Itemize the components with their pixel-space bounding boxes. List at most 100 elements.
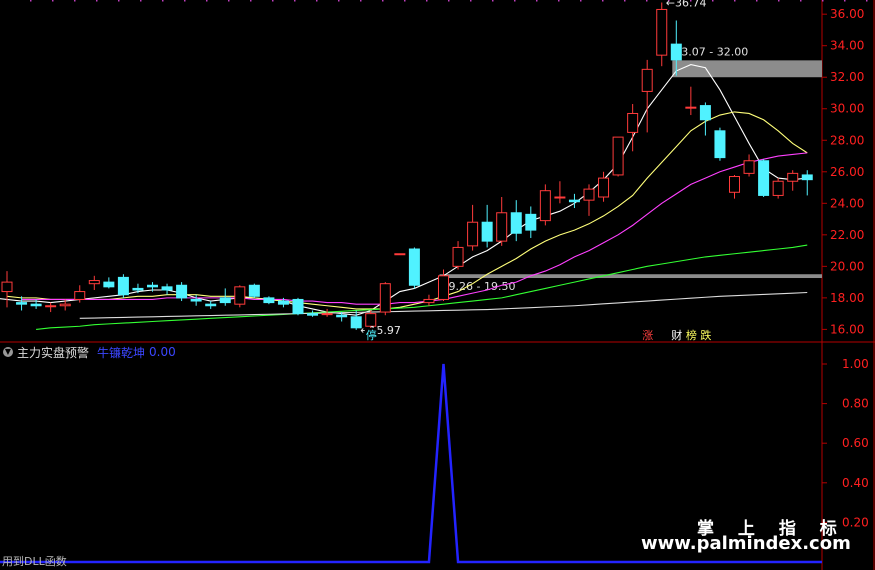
candle-body bbox=[627, 112, 639, 133]
candle-body bbox=[248, 284, 260, 297]
collapse-icon[interactable]: ▼ bbox=[3, 347, 13, 357]
candle-body bbox=[336, 314, 348, 318]
candle-body bbox=[772, 180, 784, 196]
top-dot bbox=[536, 0, 538, 2]
candle-body bbox=[481, 221, 493, 242]
candle-body bbox=[234, 286, 246, 305]
top-dot bbox=[118, 0, 120, 2]
indicator-tick-label: 1.00 bbox=[842, 357, 869, 371]
indicator-header: ▼ 主力实盘预警 牛镰乾坤 0.00 bbox=[3, 344, 176, 360]
candle-body bbox=[539, 190, 551, 222]
candle-body bbox=[408, 248, 420, 286]
candle-body bbox=[161, 286, 173, 291]
event-tag: 停 bbox=[366, 328, 377, 342]
price-tick-label: 28.00 bbox=[830, 133, 864, 147]
candle-body bbox=[670, 43, 682, 61]
top-dot bbox=[140, 0, 142, 2]
candle-body bbox=[88, 280, 100, 285]
event-tag: 财 bbox=[671, 328, 682, 342]
candle-body bbox=[525, 213, 537, 231]
candle-body bbox=[205, 303, 217, 307]
candle-body bbox=[117, 276, 129, 296]
indicator-tick-label: 0.40 bbox=[842, 476, 869, 490]
top-dot bbox=[470, 0, 472, 2]
top-dot bbox=[822, 0, 824, 2]
candle-body bbox=[263, 297, 275, 304]
chart-area: 33.07 - 32.0019.26 - 19.50 ←36.74←15.97停… bbox=[0, 0, 875, 570]
top-dot bbox=[844, 0, 846, 2]
indicator-axis: 0.20 0.40 0.60 0.80 1.00 bbox=[822, 357, 869, 529]
price-tick-label: 36.00 bbox=[830, 7, 864, 21]
top-dot bbox=[558, 0, 560, 2]
candle-body bbox=[583, 188, 595, 201]
price-tick-label: 26.00 bbox=[830, 165, 864, 179]
price-tick-label: 18.00 bbox=[830, 291, 864, 305]
top-dot bbox=[316, 0, 318, 2]
top-dot bbox=[30, 0, 32, 2]
price-tick-label: 22.00 bbox=[830, 228, 864, 242]
top-dot bbox=[382, 0, 384, 2]
top-dot bbox=[96, 0, 98, 2]
candle-body bbox=[394, 253, 406, 256]
top-dot bbox=[514, 0, 516, 2]
candle-body bbox=[743, 160, 755, 174]
candle-body bbox=[656, 8, 668, 56]
candle-body bbox=[568, 199, 580, 203]
price-tick-label: 34.00 bbox=[830, 39, 864, 53]
candle-body bbox=[598, 177, 610, 198]
footer-text: 用到DLL函数 bbox=[2, 555, 67, 568]
price-tick-label: 24.00 bbox=[830, 196, 864, 210]
candle-body bbox=[496, 212, 508, 242]
price-axis: 16.00 18.00 20.00 22.00 24.00 26.00 28.00 30.00… bbox=[822, 7, 864, 336]
top-dot bbox=[338, 0, 340, 2]
candle-body bbox=[59, 303, 71, 307]
event-tag: 榜 bbox=[686, 328, 697, 342]
level-band bbox=[439, 274, 822, 279]
candle-body bbox=[307, 313, 319, 316]
candle-body bbox=[190, 298, 202, 302]
price-tick-label: 30.00 bbox=[830, 102, 864, 116]
event-tag: 跌 bbox=[700, 328, 711, 342]
indicator-tick-label: 0.20 bbox=[842, 515, 869, 529]
candle-body bbox=[758, 160, 770, 196]
candle-body bbox=[699, 105, 711, 121]
candle-body bbox=[321, 313, 333, 316]
candle-body bbox=[30, 303, 42, 307]
top-dot bbox=[360, 0, 362, 2]
price-tick-label: 16.00 bbox=[830, 322, 864, 336]
candle-body bbox=[467, 221, 479, 247]
signal-label: 牛镰乾坤 bbox=[97, 345, 146, 360]
event-tag: 涨 bbox=[642, 329, 653, 342]
candle-body bbox=[641, 68, 653, 92]
top-dot bbox=[492, 0, 494, 2]
top-dot bbox=[228, 0, 230, 2]
main-panel-frame bbox=[0, 0, 875, 570]
level-label: 19.26 - 19.50 bbox=[442, 280, 516, 293]
top-dot bbox=[404, 0, 406, 2]
candle-body bbox=[16, 302, 28, 305]
candle-body bbox=[74, 291, 86, 300]
top-dot bbox=[646, 0, 648, 2]
indicator-tick-label: 0.80 bbox=[842, 397, 869, 411]
top-dot bbox=[272, 0, 274, 2]
candle-body bbox=[423, 298, 435, 304]
top-dot bbox=[294, 0, 296, 2]
price-tick-label: 32.00 bbox=[830, 70, 864, 84]
price-annotation: ←36.74 bbox=[666, 0, 707, 10]
top-dot bbox=[206, 0, 208, 2]
top-dot bbox=[624, 0, 626, 2]
candle-body bbox=[147, 284, 158, 288]
candle-body bbox=[1, 281, 13, 293]
top-dot bbox=[778, 0, 780, 2]
top-dot bbox=[712, 0, 714, 2]
candle-body bbox=[729, 176, 740, 193]
indicator-name: 主力实盘预警 bbox=[17, 345, 90, 360]
watermark-url: www.palmindex.com bbox=[641, 533, 851, 554]
top-dot bbox=[602, 0, 604, 2]
top-dot bbox=[426, 0, 428, 2]
candle-body bbox=[176, 284, 188, 299]
candle-body bbox=[132, 287, 144, 291]
candle-body bbox=[554, 196, 566, 199]
candle-body bbox=[452, 246, 464, 267]
candle-body bbox=[277, 300, 289, 305]
